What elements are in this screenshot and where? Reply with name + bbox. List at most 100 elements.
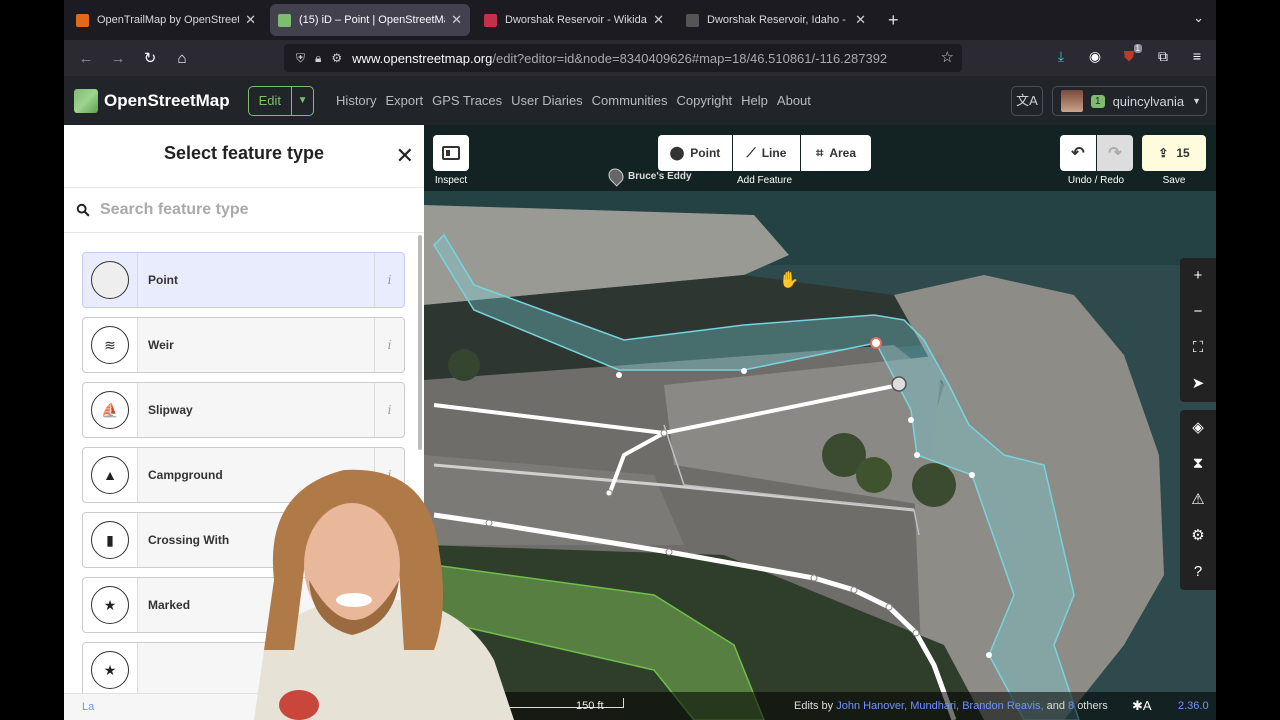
zoom-to-selection-icon[interactable]: ⛶ — [1180, 330, 1216, 366]
place-label[interactable]: Bruce's Eddy — [605, 165, 692, 187]
tab-title: Dworshak Reservoir, Idaho - Rec — [707, 14, 849, 26]
map-canvas[interactable]: ✋ ng — [424, 125, 1216, 720]
add-line-button[interactable]: ⟋ Line — [733, 135, 800, 171]
vertex[interactable] — [850, 586, 858, 594]
vertex[interactable] — [741, 368, 747, 374]
close-icon[interactable]: ✕ — [396, 143, 414, 169]
preset-item-weir[interactable]: ≋ Weir i — [82, 317, 405, 373]
sidebar-scrollbar[interactable] — [418, 235, 422, 450]
user-menu-button[interactable]: 1 quincylvania ▼ — [1052, 86, 1207, 116]
tree — [448, 349, 480, 381]
osm-brand[interactable]: OpenStreetMap — [104, 91, 230, 111]
new-tab-plus-icon[interactable]: + — [888, 10, 899, 31]
map-pin-icon — [605, 165, 627, 187]
help-icon[interactable]: ? — [1180, 554, 1216, 590]
preset-label: Weir — [148, 338, 174, 352]
nav-user-diaries[interactable]: User Diaries — [511, 93, 583, 108]
close-icon[interactable]: ✕ — [245, 12, 256, 28]
preset-item-point[interactable]: Point i — [82, 252, 405, 308]
nav-gps-traces[interactable]: GPS Traces — [432, 93, 502, 108]
zoom-in-icon[interactable]: + — [1180, 258, 1216, 294]
browser-tab-wikidata[interactable]: Dworshak Reservoir - Wikidata ✕ — [476, 4, 672, 36]
browser-tab-id-editor[interactable]: (15) iD – Point | OpenStreetMap ✕ — [270, 4, 470, 36]
browser-tab-recreation[interactable]: Dworshak Reservoir, Idaho - Rec ✕ — [678, 4, 874, 36]
circle-icon — [91, 261, 129, 299]
vertex[interactable] — [660, 429, 668, 437]
nav-communities[interactable]: Communities — [592, 93, 668, 108]
vertex[interactable] — [665, 548, 673, 556]
close-icon[interactable]: ✕ — [451, 12, 462, 28]
editor-link[interactable]: Mundhari, — [910, 700, 959, 712]
close-icon[interactable]: ✕ — [855, 12, 866, 28]
vertex[interactable] — [969, 472, 975, 478]
preset-search-bar — [64, 187, 424, 233]
search-input[interactable] — [100, 201, 400, 219]
osm-favicon-icon — [278, 13, 291, 27]
slipway-marker-icon[interactable] — [891, 376, 907, 392]
edit-dropdown-caret-icon[interactable]: ▼ — [291, 86, 313, 115]
browser-tab-opentrailmap[interactable]: OpenTrailMap by OpenStreetMa ✕ — [68, 4, 264, 36]
point-label: Point — [690, 146, 721, 160]
download-icon[interactable]: ⤓ — [1050, 48, 1072, 68]
tab-list-chevron-icon[interactable]: ⌄ — [1193, 10, 1204, 26]
nav-help[interactable]: Help — [741, 93, 768, 108]
add-point-button[interactable]: ⬤ Point — [658, 135, 732, 171]
edit-button[interactable]: Edit — [249, 87, 291, 115]
vertex[interactable] — [914, 452, 920, 458]
tree — [912, 463, 956, 507]
osm-logo-icon[interactable] — [74, 88, 98, 113]
preset-item-slipway[interactable]: ⛵ Slipway i — [82, 382, 405, 438]
vertex[interactable] — [885, 603, 893, 611]
close-icon[interactable]: ✕ — [653, 12, 664, 28]
screen-frame: OpenTrailMap by OpenStreetMa ✕ (15) iD –… — [64, 0, 1216, 720]
map-data-icon[interactable]: ⧗ — [1180, 446, 1216, 482]
extensions-puzzle-icon[interactable]: ⧉ — [1152, 48, 1174, 68]
nav-export[interactable]: Export — [386, 93, 424, 108]
save-button[interactable]: ⇪ 15 — [1142, 135, 1206, 171]
line-icon: ⟋ — [746, 145, 756, 160]
issues-warning-icon[interactable]: ⚠ — [1180, 482, 1216, 518]
lock-icon[interactable]: 🔒︎ — [315, 51, 321, 66]
permissions-icon[interactable]: ⚙ — [331, 51, 342, 65]
back-arrow-icon[interactable]: ← — [70, 50, 102, 67]
bug-report-icon[interactable]: ✱A — [1132, 698, 1152, 714]
geolocate-icon[interactable]: ➤ — [1180, 366, 1216, 402]
nav-about[interactable]: About — [777, 93, 811, 108]
url-bar[interactable]: ⛨ 🔒︎ ⚙ www.openstreetmap.org/edit?editor… — [284, 44, 962, 72]
layers-icon[interactable]: ◈ — [1180, 410, 1216, 446]
vertex[interactable] — [616, 372, 622, 378]
shield-icon[interactable]: ⛨ — [296, 51, 305, 66]
redo-button[interactable]: ↷ — [1097, 135, 1133, 171]
preferences-icon[interactable]: ⚙ — [1180, 518, 1216, 554]
inspect-button[interactable] — [433, 135, 469, 171]
vertex[interactable] — [810, 574, 818, 582]
others-count-link[interactable]: 8 — [1068, 700, 1074, 712]
reload-icon[interactable]: ↻ — [134, 49, 166, 67]
vertex[interactable] — [908, 417, 914, 423]
selected-point-marker[interactable] — [870, 337, 882, 349]
footer-link[interactable]: La — [82, 701, 94, 713]
info-icon[interactable]: i — [374, 253, 404, 307]
home-icon[interactable]: ⌂ — [166, 50, 198, 67]
forward-arrow-icon[interactable]: → — [102, 50, 134, 67]
bookmark-star-icon[interactable]: ☆ — [941, 48, 954, 66]
add-area-button[interactable]: ⌗ Area — [801, 135, 871, 171]
info-icon[interactable]: i — [374, 383, 404, 437]
vertex[interactable] — [912, 629, 920, 637]
version-link[interactable]: 2.36.0 — [1178, 700, 1209, 712]
vertex[interactable] — [605, 489, 613, 497]
editor-link[interactable]: John Hanover, — [836, 700, 907, 712]
undo-button[interactable]: ↶ — [1060, 135, 1096, 171]
scale-text: 150 ft — [576, 700, 604, 712]
info-icon[interactable]: i — [374, 318, 404, 372]
zoom-out-icon[interactable]: − — [1180, 294, 1216, 330]
hamburger-menu-icon[interactable]: ≡ — [1186, 48, 1208, 68]
extension-ublock-icon[interactable]: ⛊ 1 — [1118, 44, 1142, 68]
vertex[interactable] — [986, 652, 992, 658]
account-icon[interactable]: ◉ — [1084, 48, 1106, 68]
user-message-count: 1 — [1091, 94, 1105, 108]
language-translate-icon[interactable]: 文A — [1011, 86, 1043, 116]
nav-copyright[interactable]: Copyright — [677, 93, 733, 108]
editor-link[interactable]: Brandon Reavis, — [962, 700, 1043, 712]
nav-history[interactable]: History — [336, 93, 376, 108]
